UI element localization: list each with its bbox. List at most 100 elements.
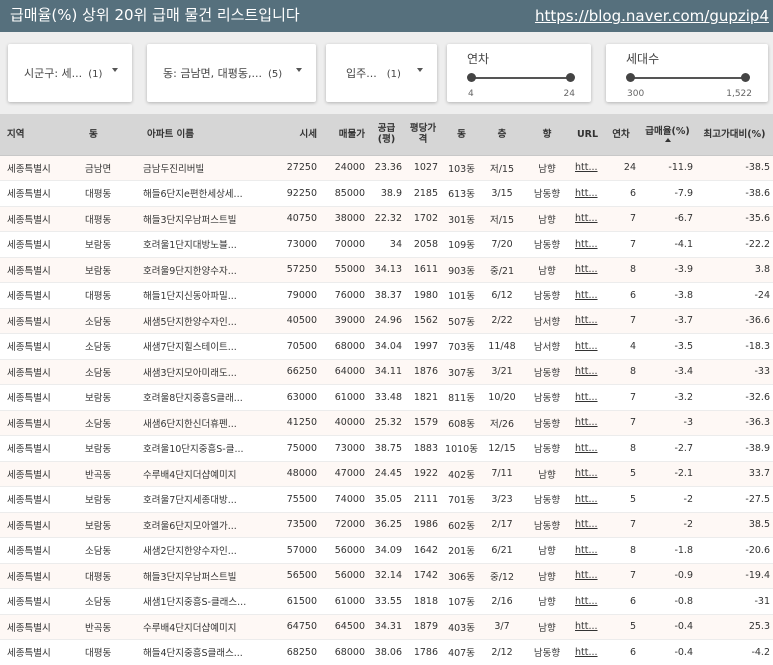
listing-url-link[interactable]: htt... xyxy=(575,315,598,326)
cell-dong: 보람동 xyxy=(82,486,140,513)
cell-listing-price: 39000 xyxy=(320,308,368,334)
table-row[interactable]: 세종특별시 소담동 새샘2단지한양수자인... 57000 56000 34.09 1642… xyxy=(0,537,773,564)
cell-listing-price: 55000 xyxy=(320,257,368,283)
cell-age: 7 xyxy=(603,206,639,232)
cell-vs-high: -22.2 xyxy=(696,231,773,258)
cell-apartment-name: 해들1단지신동아파밀... xyxy=(140,282,275,309)
year-slider-min-handle[interactable] xyxy=(467,73,476,82)
listing-url-link[interactable]: htt... xyxy=(575,621,598,632)
col-building[interactable]: 동 xyxy=(441,114,482,156)
cell-age: 7 xyxy=(603,512,639,538)
cell-supply-area: 38.37 xyxy=(368,282,405,309)
cell-discount-rate: -3.4 xyxy=(639,359,696,385)
year-slider-max-handle[interactable] xyxy=(566,73,575,82)
listing-url-link[interactable]: htt... xyxy=(575,290,598,301)
col-discount-rate[interactable]: 급매율(%) xyxy=(639,114,696,156)
cell-discount-rate: -6.7 xyxy=(639,206,696,232)
table-row[interactable]: 세종특별시 소담동 새샘6단지한신더휴펜... 41250 40000 25.32 1579… xyxy=(0,410,773,436)
cell-region: 세종특별시 xyxy=(0,461,82,487)
listing-url-link[interactable]: htt... xyxy=(575,545,598,556)
table-row[interactable]: 세종특별시 보람동 호려울8단지중흥S클래... 63000 61000 33.48 182… xyxy=(0,384,773,411)
listing-url-link[interactable]: htt... xyxy=(575,443,598,454)
col-listing-price[interactable]: 매물가 xyxy=(320,114,368,156)
col-apartment-name[interactable]: 아파트 이름 xyxy=(140,114,275,156)
table-row[interactable]: 세종특별시 보람동 호려울9단지한양수자... 57250 55000 34.13 1611… xyxy=(0,257,773,283)
cell-age: 8 xyxy=(603,257,639,283)
cell-dong: 대평동 xyxy=(82,563,140,589)
cell-market-price: 66250 xyxy=(275,359,320,385)
table-row[interactable]: 세종특별시 대평동 해들1단지신동아파밀... 79000 76000 38.37 1980… xyxy=(0,282,773,309)
listing-url-link[interactable]: htt... xyxy=(575,494,598,505)
cell-listing-price: 56000 xyxy=(320,563,368,589)
col-direction[interactable]: 향 xyxy=(522,114,572,156)
table-row[interactable]: 세종특별시 대평동 해들3단지우남퍼스트빌 56500 56000 32.14 1742 30… xyxy=(0,563,773,589)
year-slider-card: 연차 4 24 xyxy=(447,44,591,102)
ipju-dropdown[interactable]: 입주... (1) xyxy=(326,44,437,102)
cell-url: htt... xyxy=(572,155,603,181)
table-row[interactable]: 세종특별시 소담동 새샘5단지한양수자인... 40500 39000 24.96 1562… xyxy=(0,308,773,334)
cell-url: htt... xyxy=(572,614,603,640)
table-row[interactable]: 세종특별시 대평동 해들4단지중흥S클래스... 68250 68000 38.06 178… xyxy=(0,639,773,665)
table-row[interactable]: 세종특별시 반곡동 수루배4단지더샵예미지 48000 47000 24.45 1922 40… xyxy=(0,461,773,487)
col-age[interactable]: 연차 xyxy=(603,114,639,156)
cell-dong: 소담동 xyxy=(82,333,140,360)
households-slider-min-handle[interactable] xyxy=(626,73,635,82)
cell-dong: 소담동 xyxy=(82,588,140,615)
listing-url-link[interactable]: htt... xyxy=(575,366,598,377)
listing-url-link[interactable]: htt... xyxy=(575,647,598,658)
cell-floor: 2/17 xyxy=(482,512,522,538)
table-row[interactable]: 세종특별시 보람동 호려울1단지대방노블... 73000 70000 34 2058 109… xyxy=(0,231,773,258)
cell-region: 세종특별시 xyxy=(0,231,82,258)
year-slider-track[interactable] xyxy=(471,77,571,79)
col-region[interactable]: 지역 xyxy=(0,114,82,156)
table-row[interactable]: 세종특별시 소담동 새샘3단지모아미래도... 66250 64000 34.11 1876… xyxy=(0,359,773,385)
households-slider-max-handle[interactable] xyxy=(741,73,750,82)
cell-floor: 2/12 xyxy=(482,639,522,665)
cell-market-price: 27250 xyxy=(275,155,320,181)
table-row[interactable]: 세종특별시 보람동 호려울7단지세종대방... 75500 74000 35.05 2111… xyxy=(0,486,773,513)
listing-url-link[interactable]: htt... xyxy=(575,341,598,352)
sigungu-dropdown[interactable]: 시군구: 세... (1) xyxy=(8,44,132,102)
cell-supply-area: 24.96 xyxy=(368,308,405,334)
table-row[interactable]: 세종특별시 소담동 새샘7단지힐스테이트... 70500 68000 34.04 1997… xyxy=(0,333,773,360)
col-supply-area[interactable]: 공급(평) xyxy=(368,114,405,156)
listing-url-link[interactable]: htt... xyxy=(575,596,598,607)
listing-url-link[interactable]: htt... xyxy=(575,264,598,275)
cell-discount-rate: -3.8 xyxy=(639,282,696,309)
col-market-price[interactable]: 시세 xyxy=(275,114,320,156)
listing-url-link[interactable]: htt... xyxy=(575,239,598,250)
cell-dong: 소담동 xyxy=(82,308,140,334)
cell-region: 세종특별시 xyxy=(0,410,82,436)
table-row[interactable]: 세종특별시 소담동 새샘1단지중흥S-클래스... 61500 61000 33.55 18… xyxy=(0,588,773,615)
listing-url-link[interactable]: htt... xyxy=(575,188,598,199)
table-row[interactable]: 세종특별시 보람동 호려울6단지모아엘가... 73500 72000 36.25 1986… xyxy=(0,512,773,538)
cell-vs-high: -36.3 xyxy=(696,410,773,436)
table-row[interactable]: 세종특별시 대평동 해들3단지우남퍼스트빌 40750 38000 22.32 1702 30… xyxy=(0,206,773,232)
table-row[interactable]: 세종특별시 대평동 해들6단지e편한세상세... 92250 85000 38.9 2185… xyxy=(0,180,773,207)
cell-market-price: 75500 xyxy=(275,486,320,513)
listing-url-link[interactable]: htt... xyxy=(575,213,598,224)
blog-link[interactable]: https://blog.naver.com/gupzip4 xyxy=(535,6,769,26)
table-row[interactable]: 세종특별시 반곡동 수루배4단지더샵예미지 64750 64500 34.31 1879 40… xyxy=(0,614,773,640)
listing-url-link[interactable]: htt... xyxy=(575,570,598,581)
col-url[interactable]: URL xyxy=(572,114,603,156)
col-dong[interactable]: 동 xyxy=(82,114,140,156)
table-row[interactable]: 세종특별시 보람동 호려울10단지중흥S-클... 75000 73000 38.75 18… xyxy=(0,435,773,462)
listing-url-link[interactable]: htt... xyxy=(575,162,598,173)
table-row[interactable]: 세종특별시 금남면 금남두진리버빌 27250 24000 23.36 1027 103동 저/… xyxy=(0,155,773,181)
listing-url-link[interactable]: htt... xyxy=(575,519,598,530)
col-floor[interactable]: 층 xyxy=(482,114,522,156)
cell-supply-area: 38.06 xyxy=(368,639,405,665)
cell-apartment-name: 새샘7단지힐스테이트... xyxy=(140,333,275,360)
listing-url-link[interactable]: htt... xyxy=(575,417,598,428)
listing-url-link[interactable]: htt... xyxy=(575,468,598,479)
households-slider-track[interactable] xyxy=(630,77,746,79)
cell-supply-area: 34.09 xyxy=(368,537,405,564)
listing-url-link[interactable]: htt... xyxy=(575,392,598,403)
dong-dropdown[interactable]: 동: 금남면, 대평동,... (5) xyxy=(147,44,316,102)
col-vs-high[interactable]: 최고가대비(%) xyxy=(696,114,773,156)
col-price-per-pyeong[interactable]: 평당가격 xyxy=(405,114,441,156)
cell-discount-rate: -3.7 xyxy=(639,308,696,334)
cell-discount-rate: -1.8 xyxy=(639,537,696,564)
cell-apartment-name: 해들3단지우남퍼스트빌 xyxy=(140,563,275,589)
